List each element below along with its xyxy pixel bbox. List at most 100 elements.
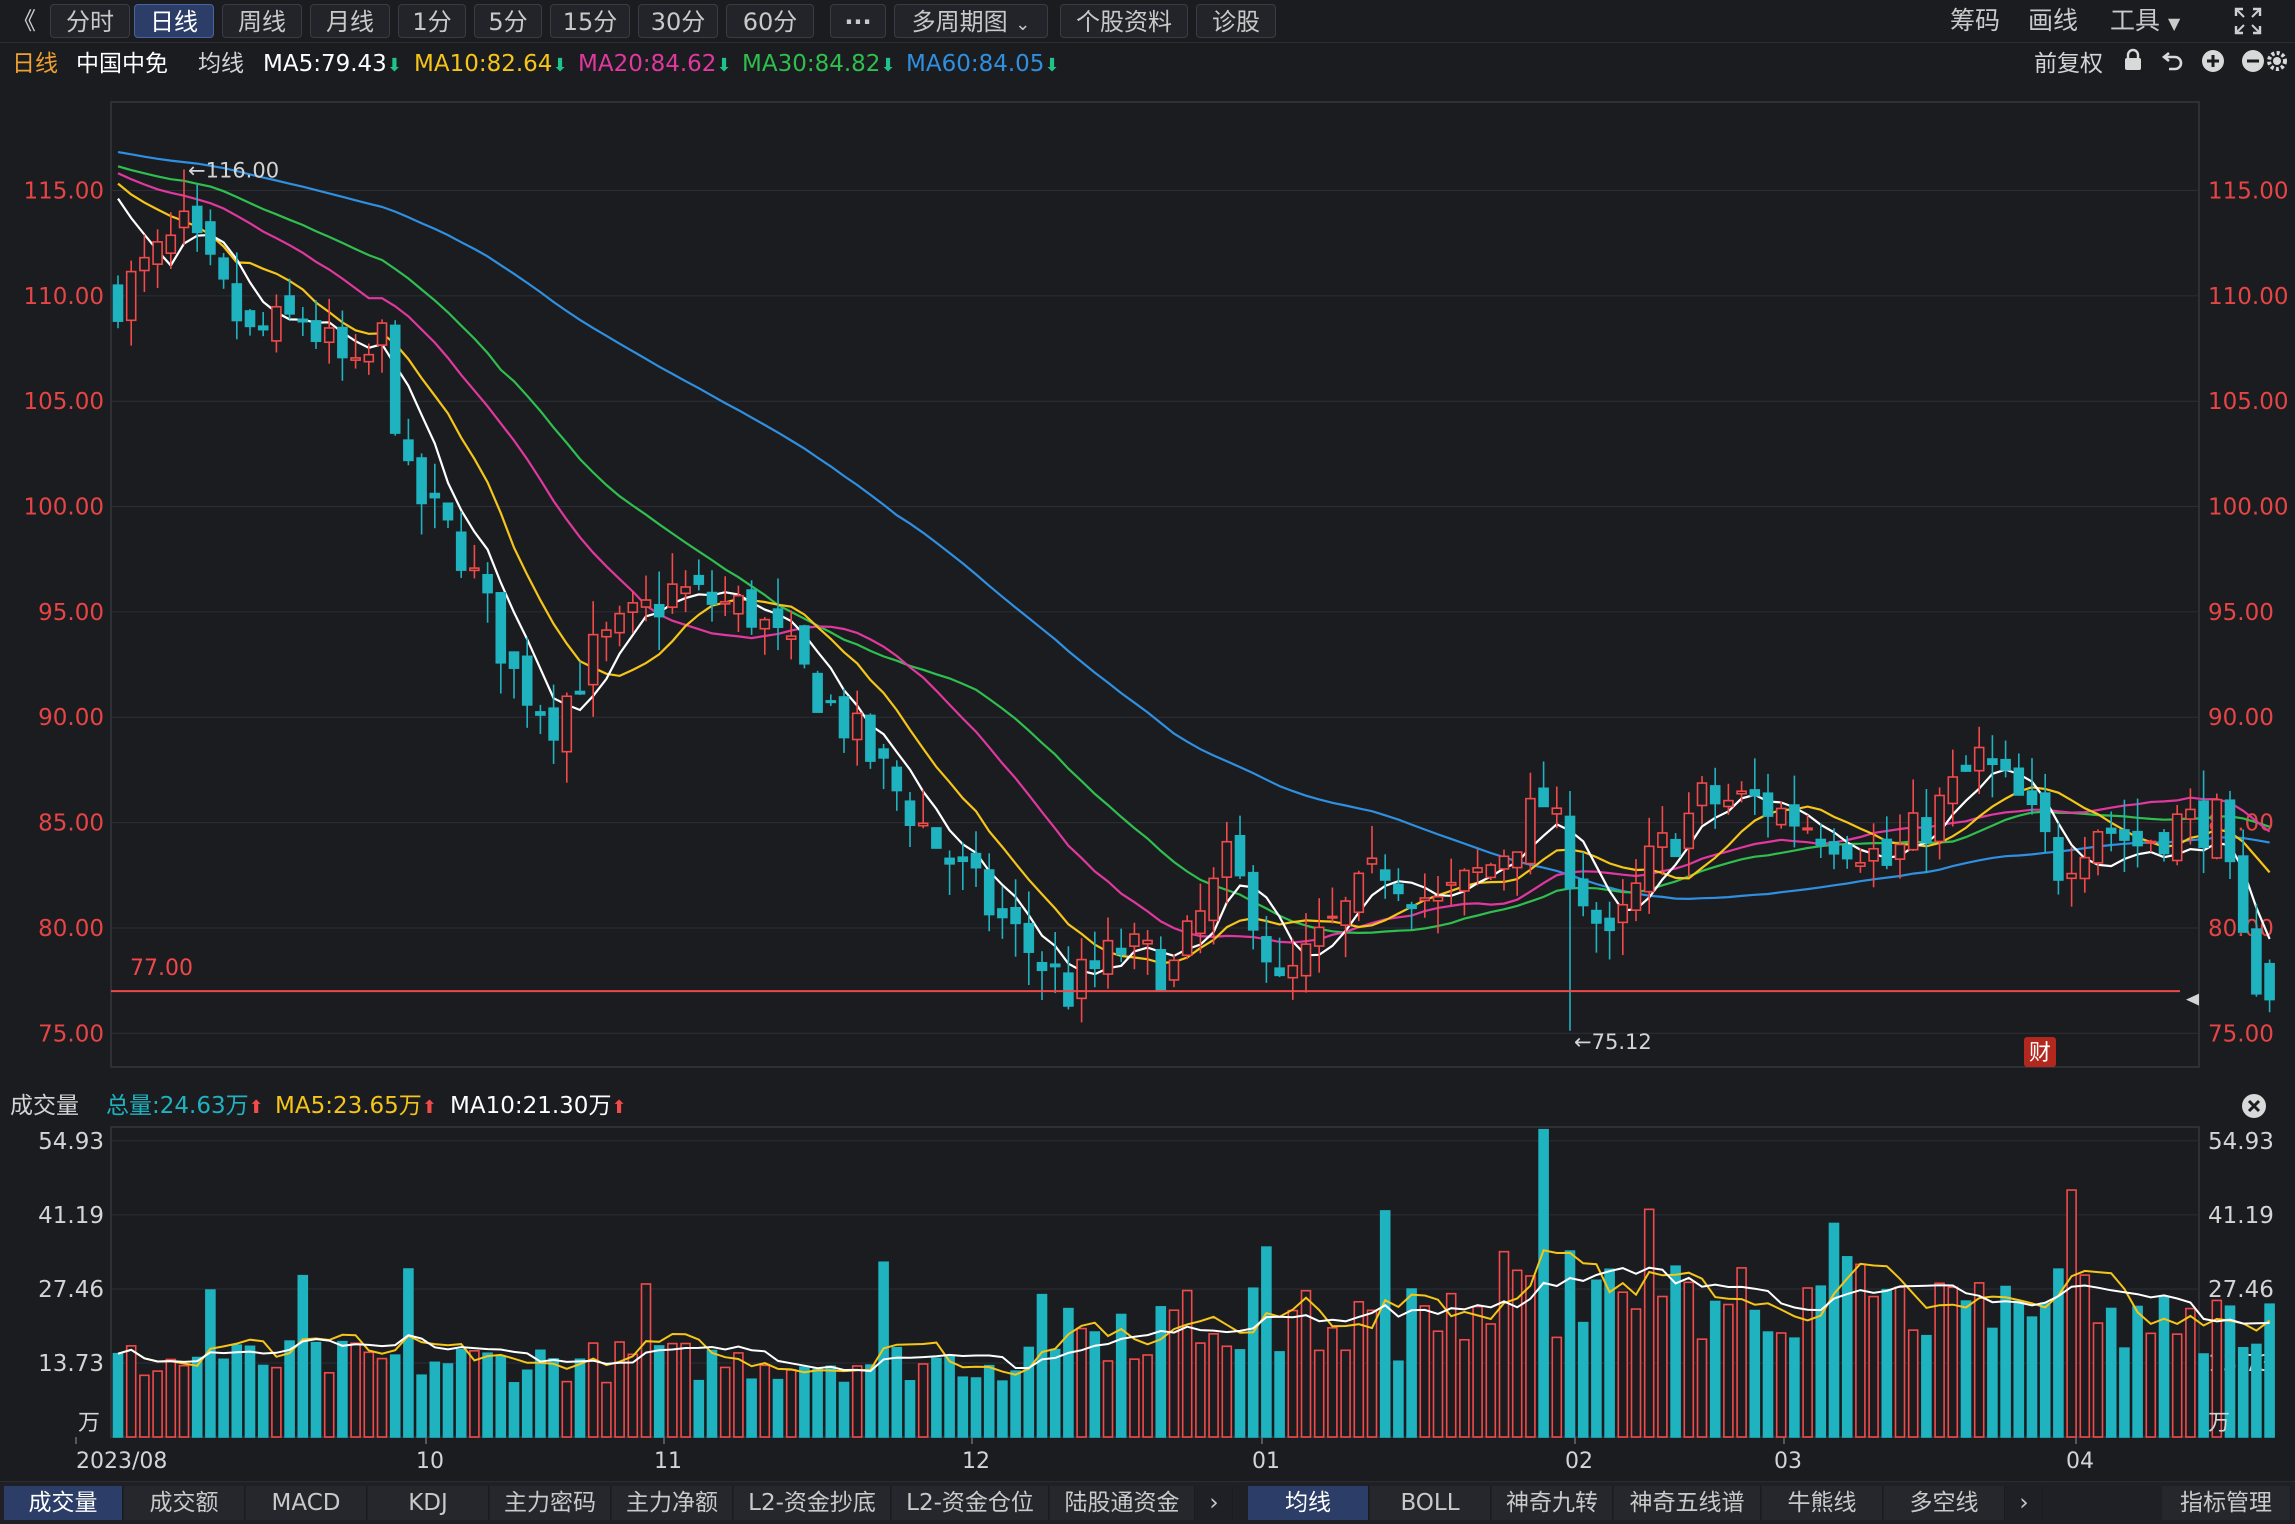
finance-badge[interactable]: 财 (2024, 1037, 2056, 1067)
candle-up (561, 695, 573, 753)
volume-ma10-line (117, 1266, 2270, 1373)
candle-up (1643, 845, 1655, 893)
date-label: 04 (2066, 1449, 2094, 1474)
volume-ma-lines (117, 1249, 2271, 1376)
ma20-line (117, 172, 2271, 944)
indicator-manage-button[interactable]: 指标管理 (2162, 1486, 2291, 1520)
volume-bar-down (389, 1354, 401, 1438)
tab-main-force-code[interactable]: 主力密码 (490, 1486, 611, 1520)
candle-up (851, 712, 863, 741)
collapse-left-icon[interactable]: 《 (4, 4, 44, 38)
candle-up (1327, 915, 1338, 919)
settings-gear-icon[interactable] (2262, 48, 2292, 78)
volume-ma5-text: MA5:23.65万 (275, 1093, 422, 1119)
price-tick-left: 75.00 (38, 1021, 104, 1047)
stock-profile-button[interactable]: 个股资料 (1060, 4, 1188, 38)
tools-label: 工具 (2110, 6, 2161, 35)
volume-bar-down (218, 1358, 229, 1438)
volume-bar-up (152, 1370, 163, 1438)
tab-nine-turn[interactable]: 神奇九转 (1492, 1486, 1613, 1520)
price-tick-left: 85.00 (38, 811, 104, 837)
multi-period-button[interactable]: 多周期图 ⌄ (894, 4, 1048, 38)
arrow-down-icon: ⬇ (716, 55, 732, 76)
price-tick-right: 100.00 (2208, 495, 2288, 521)
tab-daily[interactable]: 日线 (134, 4, 214, 38)
candle-down (653, 603, 665, 618)
candle-up (1934, 794, 1945, 843)
tools-menu-button[interactable]: 工具 ▼ (2110, 4, 2180, 38)
date-axis: 2023/08 10 11 12 01 02 03 04 (75, 1437, 2094, 1474)
volume-bar-up (125, 1345, 137, 1438)
more-periods-button[interactable]: ··· (830, 4, 886, 38)
tab-15min[interactable]: 15分 (550, 4, 630, 38)
volume-chart[interactable]: 54.93 41.19 27.46 13.73 54.93 41.19 27.46 13.7… (0, 1126, 2295, 1481)
tab-ma[interactable]: 均线 (1248, 1486, 1369, 1520)
volume-bar-up (733, 1352, 744, 1438)
tab-bull-bear[interactable]: 牛熊线 (1762, 1486, 1883, 1520)
tab-volume[interactable]: 成交量 (4, 1486, 123, 1520)
candle-down (1789, 804, 1800, 827)
volume-bar-down (1841, 1256, 1853, 1438)
tab-long-short[interactable]: 多空线 (1884, 1486, 2005, 1520)
candle-down (284, 295, 295, 315)
chevron-right-icon[interactable]: › (2006, 1486, 2043, 1520)
price-level-label: 77.00 (130, 956, 193, 981)
candle-up (178, 210, 190, 229)
volume-bar-up (271, 1366, 282, 1438)
tab-turnover[interactable]: 成交额 (124, 1486, 245, 1520)
tab-60min[interactable]: 60分 (726, 4, 814, 38)
volume-bar-down (825, 1365, 837, 1438)
stock-name: 中国中免 (76, 51, 168, 77)
chips-button[interactable]: 筹码 (1950, 4, 2000, 38)
tab-1min[interactable]: 1分 (398, 4, 466, 38)
volume-bar-up (785, 1369, 797, 1438)
tab-30min[interactable]: 30分 (638, 4, 718, 38)
arrow-up-icon: ⬆ (248, 1097, 264, 1118)
tab-5min[interactable]: 5分 (474, 4, 542, 38)
candle-down (521, 655, 533, 706)
volume-bar-up (1129, 1358, 1140, 1438)
volume-tick-left: 41.19 (38, 1203, 104, 1229)
tab-macd[interactable]: MACD (246, 1486, 367, 1520)
candle-down (1115, 947, 1127, 956)
candle-up (1802, 827, 1813, 831)
volume-tick-left: 54.93 (38, 1129, 104, 1155)
volume-bar-up (917, 1363, 929, 1438)
candle-up (917, 822, 929, 827)
candle-up (1129, 933, 1140, 947)
tab-kdj[interactable]: KDJ (368, 1486, 489, 1520)
volume-bar-down (1670, 1265, 1681, 1438)
tab-l2-bottom-fishing[interactable]: L2-资金抄底 (734, 1486, 891, 1520)
tab-intraday[interactable]: 分时 (50, 4, 130, 38)
undo-icon[interactable] (2158, 48, 2188, 78)
chevron-right-icon[interactable]: › (1196, 1486, 1233, 1520)
tab-main-net[interactable]: 主力净额 (612, 1486, 733, 1520)
diagnose-button[interactable]: 诊股 (1196, 4, 1276, 38)
tab-weekly[interactable]: 周线 (222, 4, 302, 38)
volume-bar-up (1221, 1345, 1233, 1438)
volume-tick-right: 54.93 (2208, 1129, 2274, 1155)
volume-bar-up (1076, 1327, 1087, 1438)
volume-bar-up (1617, 1291, 1629, 1438)
volume-bar-down (812, 1368, 823, 1438)
volume-bar-down (112, 1352, 124, 1438)
tab-northbound[interactable]: 陆股通资金 (1050, 1486, 1195, 1520)
candle-down (1881, 838, 1893, 866)
tab-boll[interactable]: BOLL (1370, 1486, 1491, 1520)
volume-bar-up (2066, 1189, 2077, 1438)
date-label: 2023/08 (76, 1449, 167, 1474)
draw-line-button[interactable]: 画线 (2028, 4, 2078, 38)
close-indicator-icon[interactable] (2240, 1092, 2270, 1122)
fullscreen-icon[interactable] (2228, 4, 2268, 38)
adjust-mode-label[interactable]: 前复权 (2034, 44, 2103, 84)
current-price-pointer-icon (2186, 993, 2199, 1006)
tab-five-line[interactable]: 神奇五线谱 (1614, 1486, 1761, 1520)
lock-icon[interactable] (2118, 48, 2148, 78)
zoom-in-icon[interactable] (2198, 48, 2228, 78)
candle-down (997, 908, 1008, 919)
ma-label[interactable]: 均线 (198, 44, 244, 84)
tab-l2-position[interactable]: L2-资金仓位 (892, 1486, 1049, 1520)
price-chart[interactable]: 115.00 110.00 105.00 100.00 95.00 90.00 85.00 8… (0, 86, 2295, 1076)
tab-monthly[interactable]: 月线 (310, 4, 390, 38)
candlesticks (112, 169, 2275, 1031)
